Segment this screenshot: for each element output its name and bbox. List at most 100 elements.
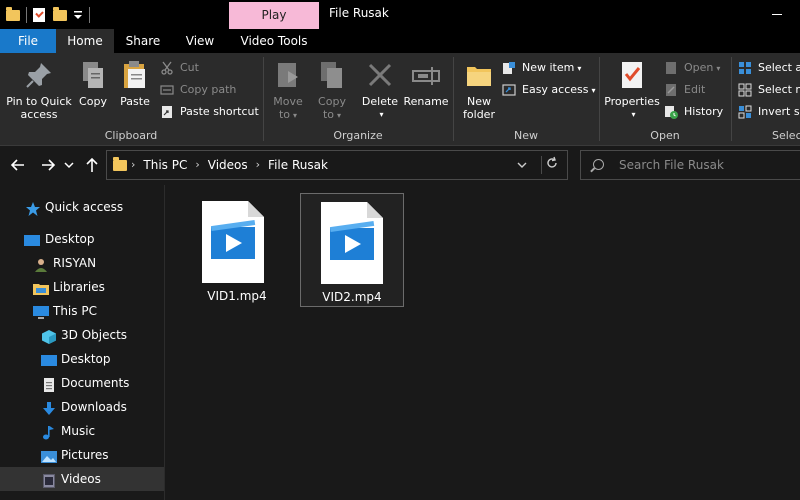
folder-icon[interactable] [6, 7, 20, 22]
easy-access-button[interactable]: Easy access ▾ [502, 81, 596, 99]
sidebar-item-3d-objects[interactable]: 3D Objects [0, 323, 165, 347]
sidebar-item-downloads[interactable]: Downloads [0, 395, 165, 419]
breadcrumb-file-rusak[interactable]: File Rusak [268, 151, 328, 179]
new-folder-icon[interactable] [53, 7, 67, 22]
new-item-button[interactable]: New item ▾ [502, 59, 581, 77]
history-button[interactable]: History [664, 103, 723, 121]
sidebar-item-label: Pictures [61, 448, 109, 462]
customize-toolbar-chevron-icon[interactable] [73, 8, 83, 22]
paste-button[interactable]: Paste [116, 59, 154, 108]
toolbar-divider [26, 7, 27, 23]
tab-view[interactable]: View [172, 29, 228, 53]
delete-button[interactable]: Delete ▾ [358, 59, 402, 121]
copy-to-button[interactable]: Copy to ▾ [312, 59, 352, 122]
new-group-label: New [514, 129, 538, 142]
play-context-tab[interactable]: Play [229, 2, 319, 29]
search-box[interactable] [580, 150, 800, 180]
open-icon [664, 61, 678, 75]
pin-label-line2: access [20, 108, 58, 121]
minimize-button[interactable] [772, 14, 782, 15]
chevron-down-icon: ▾ [337, 111, 342, 120]
copy-to-icon [316, 59, 348, 91]
cut-button[interactable]: Cut [160, 59, 199, 77]
rename-button[interactable]: Rename [402, 59, 450, 108]
chevron-down-icon: ▾ [293, 111, 298, 120]
sidebar-item-label: Desktop [61, 352, 111, 366]
organize-group-label: Organize [333, 129, 383, 142]
back-button[interactable] [8, 155, 28, 175]
search-icon [593, 159, 604, 170]
invert-selection-icon [738, 105, 752, 119]
clipboard-group: Pin to Quick access Copy Paste Cut Copy … [0, 53, 262, 146]
arrow-left-icon [10, 159, 24, 171]
tab-share[interactable]: Share [114, 29, 172, 53]
open-group-label: Open [650, 129, 680, 142]
chevron-down-icon: ▾ [577, 64, 582, 73]
sidebar-item-risyan[interactable]: RISYAN [0, 251, 165, 275]
navigation-bar: › This PC › Videos › File Rusak [0, 147, 800, 185]
quick-access-toolbar [6, 5, 90, 25]
copy-path-button[interactable]: Copy path [160, 81, 236, 99]
chevron-right-icon[interactable]: › [256, 151, 260, 179]
recent-locations-button[interactable] [62, 155, 76, 175]
tab-file[interactable]: File [0, 29, 56, 53]
chevron-down-icon [64, 162, 74, 169]
new-folder-button[interactable]: New folder [458, 59, 500, 121]
file-item-vid1[interactable]: VID1.mp4 [185, 193, 289, 307]
file-name: VID1.mp4 [207, 289, 267, 303]
breadcrumb-this-pc[interactable]: This PC [143, 151, 187, 179]
sidebar-item-music[interactable]: Music [0, 419, 165, 443]
chevron-down-icon: ▾ [591, 86, 596, 95]
sidebar-item-desktop[interactable]: Desktop [0, 227, 165, 251]
chevron-right-icon[interactable]: › [195, 151, 199, 179]
navigation-pane: Quick access Desktop RISYAN Libraries Th… [0, 185, 165, 500]
select-all-button[interactable]: Select al [738, 59, 800, 77]
paste-shortcut-button[interactable]: Paste shortcut [160, 103, 259, 121]
clipboard-group-label: Clipboard [104, 129, 158, 142]
forward-button[interactable] [38, 155, 58, 175]
breadcrumb-videos[interactable]: Videos [208, 151, 248, 179]
move-to-button[interactable]: Move to ▾ [268, 59, 308, 122]
sidebar-item-desktop-pc[interactable]: Desktop [0, 347, 165, 371]
paste-label: Paste [120, 95, 150, 108]
search-input[interactable] [619, 151, 799, 179]
pin-to-quick-access-button[interactable]: Pin to Quick access [4, 59, 74, 121]
sidebar-item-label: Videos [61, 472, 101, 486]
file-item-vid2[interactable]: VID2.mp4 [300, 193, 404, 307]
select-none-button[interactable]: Select n [738, 81, 800, 99]
sidebar-item-libraries[interactable]: Libraries [0, 275, 165, 299]
cut-label: Cut [180, 61, 199, 74]
history-label: History [684, 105, 724, 118]
edit-button[interactable]: Edit [664, 81, 705, 99]
sidebar-item-label: Documents [61, 376, 130, 390]
refresh-icon[interactable] [541, 156, 559, 174]
address-history-chevron-icon[interactable] [515, 158, 529, 172]
open-button[interactable]: Open ▾ [664, 59, 720, 77]
file-name: VID2.mp4 [322, 290, 382, 304]
chevron-right-icon[interactable]: › [131, 151, 135, 179]
libraries-icon [33, 280, 49, 295]
download-icon [41, 400, 57, 415]
properties-button[interactable]: Properties ▾ [602, 59, 662, 121]
sidebar-item-label: Music [61, 424, 96, 438]
sidebar-item-documents[interactable]: Documents [0, 371, 165, 395]
move-to-label-text: to [278, 108, 291, 121]
sidebar-item-this-pc[interactable]: This PC [0, 299, 165, 323]
sidebar-item-quick-access[interactable]: Quick access [0, 195, 165, 219]
up-button[interactable] [82, 155, 102, 175]
invert-selection-button[interactable]: Invert se [738, 103, 800, 121]
copy-to-label-text: to [322, 108, 335, 121]
address-bar[interactable]: › This PC › Videos › File Rusak [106, 150, 568, 180]
sidebar-item-pictures[interactable]: Pictures [0, 443, 165, 467]
tab-video-tools[interactable]: Video Tools [229, 29, 319, 53]
ribbon: Pin to Quick access Copy Paste Cut Copy … [0, 53, 800, 146]
pin-label-line1: Pin to Quick [6, 95, 72, 108]
copy-button[interactable]: Copy [76, 59, 110, 108]
window-title: File Rusak [329, 6, 389, 20]
properties-check-icon[interactable] [33, 8, 47, 22]
new-item-label: New item [522, 61, 575, 74]
tab-home[interactable]: Home [56, 29, 114, 53]
arrow-right-icon [42, 159, 56, 171]
sidebar-item-videos[interactable]: Videos [0, 467, 164, 491]
sidebar-item-label: Desktop [45, 232, 95, 246]
